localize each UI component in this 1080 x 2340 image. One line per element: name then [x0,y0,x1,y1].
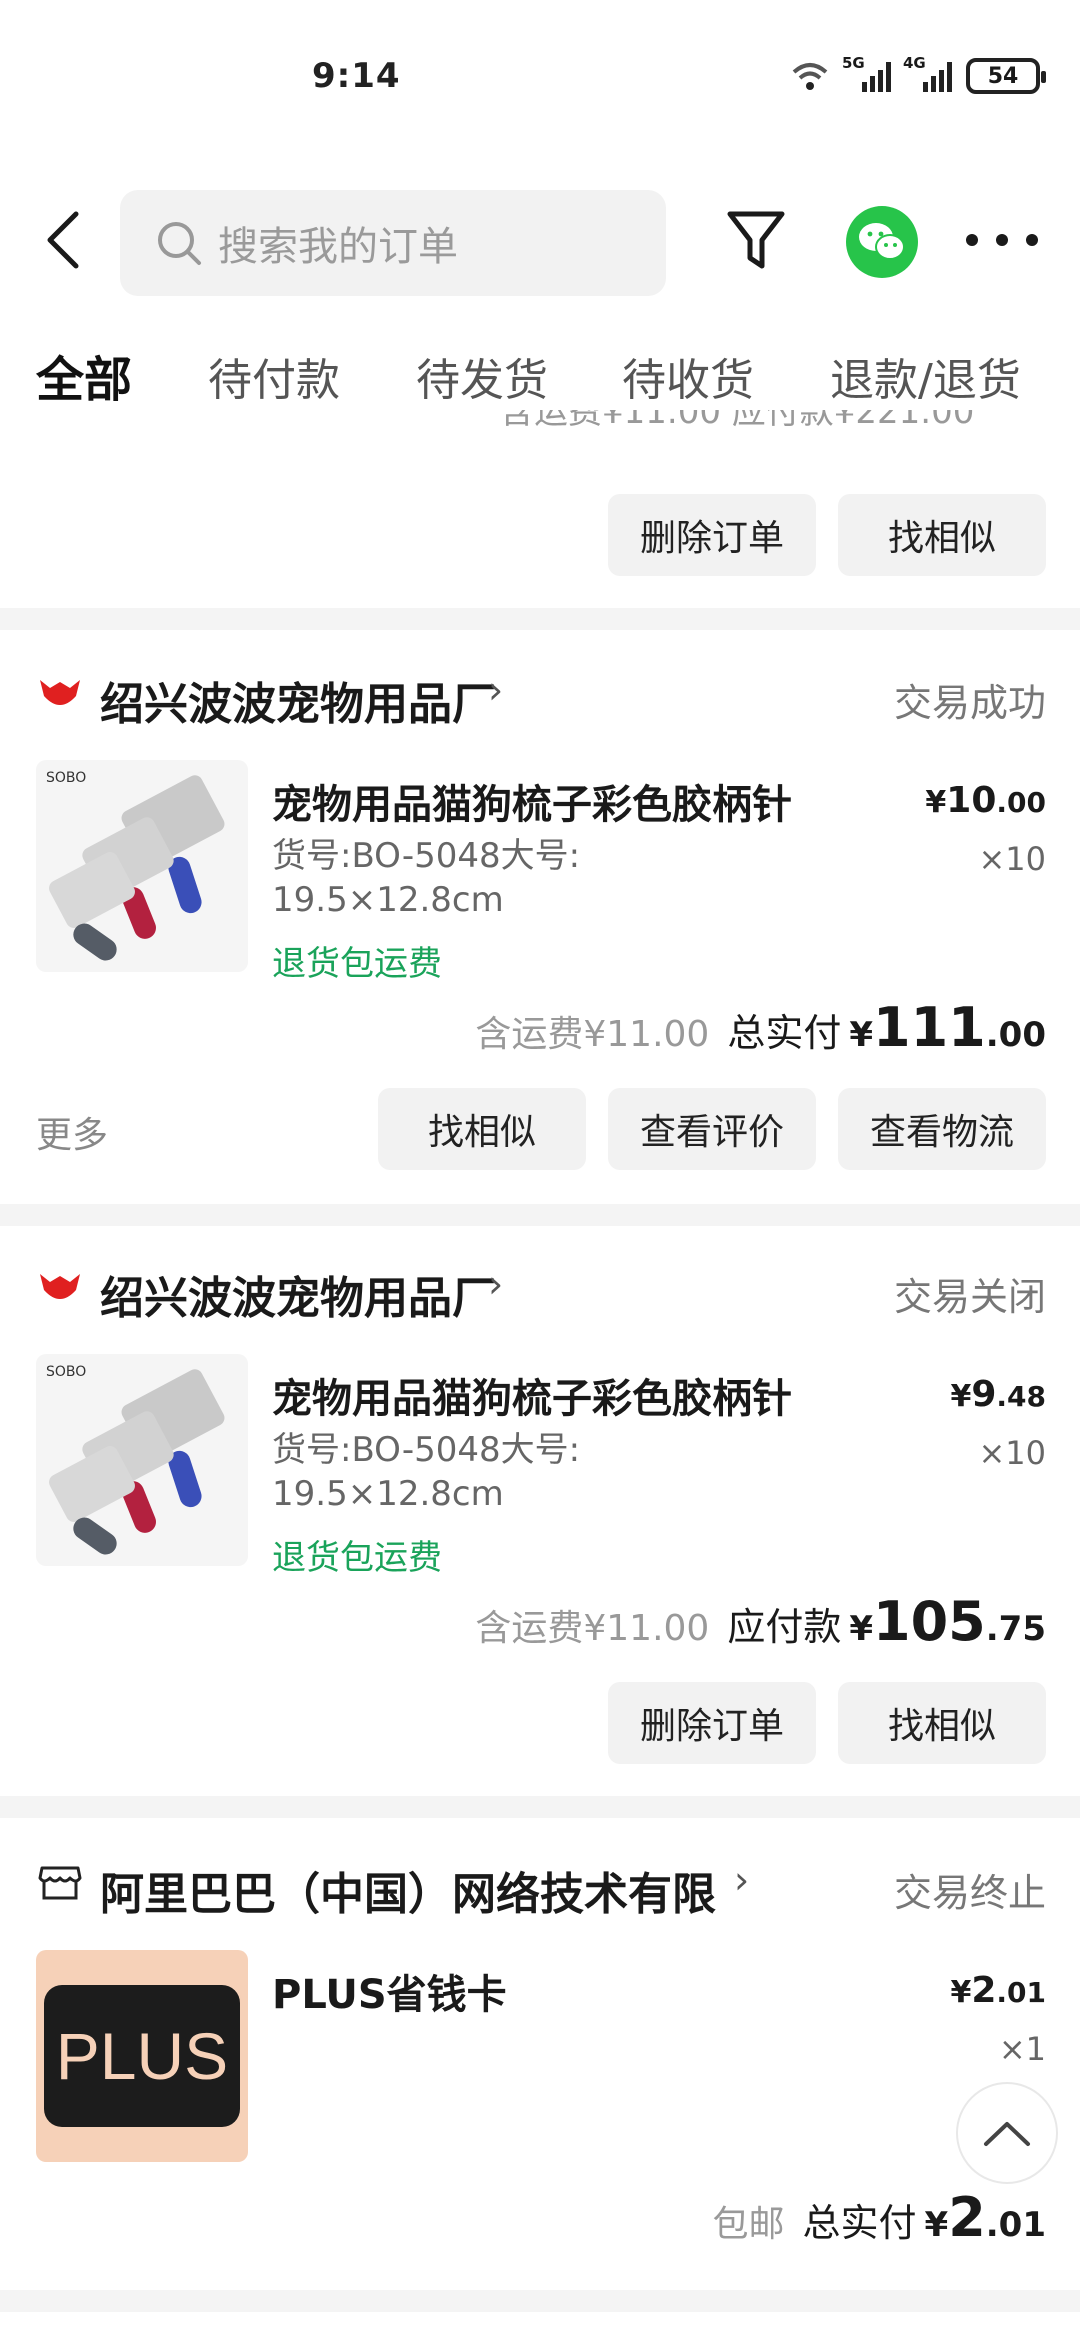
shop-logo-icon [40,680,80,705]
search-icon [158,222,201,265]
item-title[interactable]: 宠物用品猫狗梳子彩色胶柄针 [272,772,792,830]
item-title[interactable]: 宠物用品猫狗梳子彩色胶柄针 [272,1366,792,1424]
view-review-button[interactable]: 查看评价 [608,1088,816,1170]
search-placeholder: 搜索我的订单 [218,224,458,270]
find-similar-button[interactable]: 找相似 [838,1682,1046,1764]
total-amount: 105 [873,1590,986,1653]
shipping-fee: 包邮 [712,2204,785,2245]
total-label: 应付款 [727,1605,842,1649]
product-image[interactable]: SOBO [36,1354,248,1566]
order-tabs: 全部 待付款 待发货 待收货 退款/退货 [0,330,1080,410]
order-total: 含运费¥11.00 应付款 ¥105.75 [475,1590,1046,1653]
more-menu-button[interactable] [966,230,1038,250]
shop-name[interactable]: 绍兴波波宠物用品厂 [100,668,496,732]
item-price: ¥9.48 [950,1374,1046,1415]
order-status: 交易成功 [893,681,1046,725]
total-decimal: .01 [985,2205,1046,2245]
tab-all[interactable]: 全部 [36,340,132,410]
item-quantity: ×1 [998,2030,1046,2068]
status-icons: 5G 4G 54 [790,54,1046,94]
shop-logo-icon [40,1274,80,1299]
wifi-icon [792,63,828,90]
item-spec: 货号:BO-5048大号: 19.5×12.8cm [272,836,581,920]
item-quantity: ×10 [978,1434,1046,1472]
product-image[interactable]: PLUS [36,1950,248,2162]
wechat-icon [859,223,905,260]
tab-refund[interactable]: 退款/退货 [830,344,1021,408]
separator [0,608,1080,630]
item-price: ¥10.00 [925,780,1046,821]
chevron-right-icon[interactable]: › [488,668,503,712]
delete-order-button[interactable]: 删除订单 [608,494,816,576]
total-label: 总实付 [802,2201,917,2245]
currency-symbol: ¥ [849,1609,874,1649]
view-logistics-button[interactable]: 查看物流 [838,1088,1046,1170]
shop-name[interactable]: 绍兴波波宠物用品厂 [100,1262,496,1326]
back-button[interactable] [40,210,90,270]
shipping-fee: 含运费¥11.00 [475,1014,710,1055]
separator [0,2290,1080,2312]
currency-symbol: ¥ [849,1015,874,1055]
total-decimal: .00 [985,1015,1046,1055]
tab-pending-receipt[interactable]: 待收货 [622,344,754,408]
total-amount: 111 [873,996,986,1059]
more-link[interactable]: 更多 [36,1106,108,1158]
product-image[interactable]: SOBO [36,760,248,972]
filter-icon [727,211,785,269]
return-shipping-tag: 退货包运费 [272,944,442,984]
total-decimal: .75 [985,1609,1046,1649]
find-similar-button[interactable]: 找相似 [378,1088,586,1170]
separator [0,1796,1080,1818]
order-list[interactable]: 含运费¥11.00 应付款¥221.00 删除订单 找相似 绍兴波波宠物用品厂 … [0,410,1080,2340]
battery-icon: 54 [966,58,1046,94]
signal-5g-icon: 5G [842,54,891,92]
tab-pending-shipment[interactable]: 待发货 [416,344,548,408]
back-to-top-button[interactable] [956,2082,1058,2184]
brand-mark-icon: SOBO [46,770,87,786]
currency-symbol: ¥ [924,2205,949,2245]
chevron-right-icon[interactable]: › [488,1262,503,1306]
chevron-up-icon [984,2122,1030,2146]
order-status: 交易关闭 [893,1275,1046,1319]
status-time: 9:14 [312,56,401,96]
chevron-right-icon[interactable]: › [734,1858,749,1902]
item-price: ¥2.01 [950,1970,1046,2011]
dot-icon [996,234,1008,246]
shop-name[interactable]: 阿里巴巴（中国）网络技术有限 [100,1858,716,1922]
store-icon [38,1866,82,1900]
item-quantity: ×10 [978,840,1046,878]
find-similar-button[interactable]: 找相似 [838,494,1046,576]
delete-order-button[interactable]: 删除订单 [608,1682,816,1764]
order-total: 包邮 总实付 ¥2.01 [712,2186,1046,2249]
pet-comb-icon [49,775,225,961]
partial-order-total: 含运费¥11.00 应付款¥221.00 [500,410,975,432]
dot-icon [1026,234,1038,246]
shipping-fee: 含运费¥11.00 [475,1608,710,1649]
brand-mark-icon: SOBO [46,1364,87,1380]
wechat-button[interactable] [846,206,918,278]
filter-button[interactable] [726,208,786,272]
plus-card-logo: PLUS [44,1985,240,2127]
item-title[interactable]: PLUS省钱卡 [272,1962,507,2020]
total-amount: 2 [948,2186,986,2249]
return-shipping-tag: 退货包运费 [272,1538,442,1578]
item-spec: 货号:BO-5048大号: 19.5×12.8cm [272,1430,581,1514]
total-label: 总实付 [727,1011,842,1055]
pet-comb-icon [49,1369,225,1555]
top-bar: 搜索我的订单 [0,180,1080,300]
signal-4g-icon: 4G [903,54,952,92]
separator [0,1204,1080,1226]
order-total: 含运费¥11.00 总实付 ¥111.00 [475,996,1046,1059]
search-input[interactable]: 搜索我的订单 [120,190,666,296]
back-arrow-icon [47,211,79,269]
dot-icon [966,234,978,246]
tab-pending-payment[interactable]: 待付款 [208,344,340,408]
order-status: 交易终止 [893,1871,1046,1915]
status-bar: 9:14 5G 4G 54 [0,0,1080,150]
